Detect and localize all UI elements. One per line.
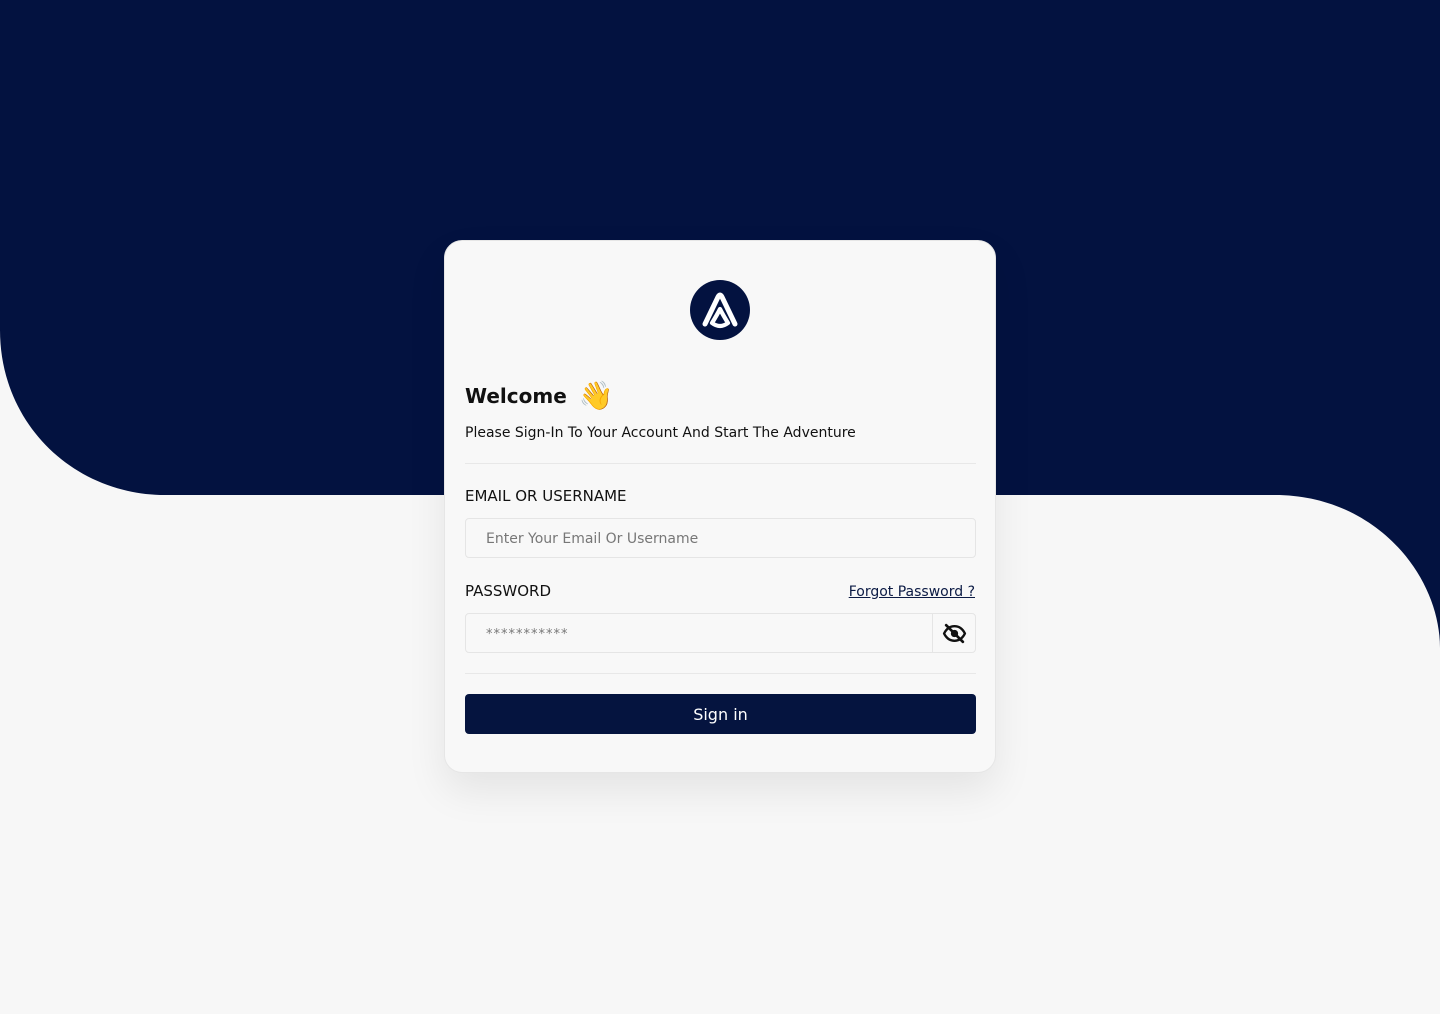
password-field-label: PASSWORD — [465, 582, 552, 600]
password-input-wrapper — [465, 613, 976, 654]
top-divider — [465, 463, 976, 464]
welcome-subtitle: Please Sign-In To Your Account And Start… — [465, 425, 856, 441]
eye-off-icon — [942, 623, 966, 643]
email-input[interactable] — [484, 519, 968, 559]
password-input[interactable] — [484, 614, 918, 654]
sign-in-button[interactable]: Sign in — [465, 694, 976, 734]
email-input-wrapper — [465, 518, 976, 559]
waving-hand-icon: 👋 — [578, 379, 614, 412]
login-card: Welcome 👋 Please Sign-In To Your Account… — [444, 240, 996, 773]
forgot-password-link[interactable]: Forgot Password ? — [849, 583, 975, 601]
welcome-title: Welcome — [465, 384, 567, 408]
password-visibility-toggle[interactable] — [932, 614, 975, 652]
brand-logo-icon — [690, 280, 750, 340]
bottom-divider — [465, 673, 976, 674]
welcome-heading-row: Welcome 👋 — [465, 379, 614, 413]
email-field-label: EMAIL OR USERNAME — [465, 487, 627, 505]
